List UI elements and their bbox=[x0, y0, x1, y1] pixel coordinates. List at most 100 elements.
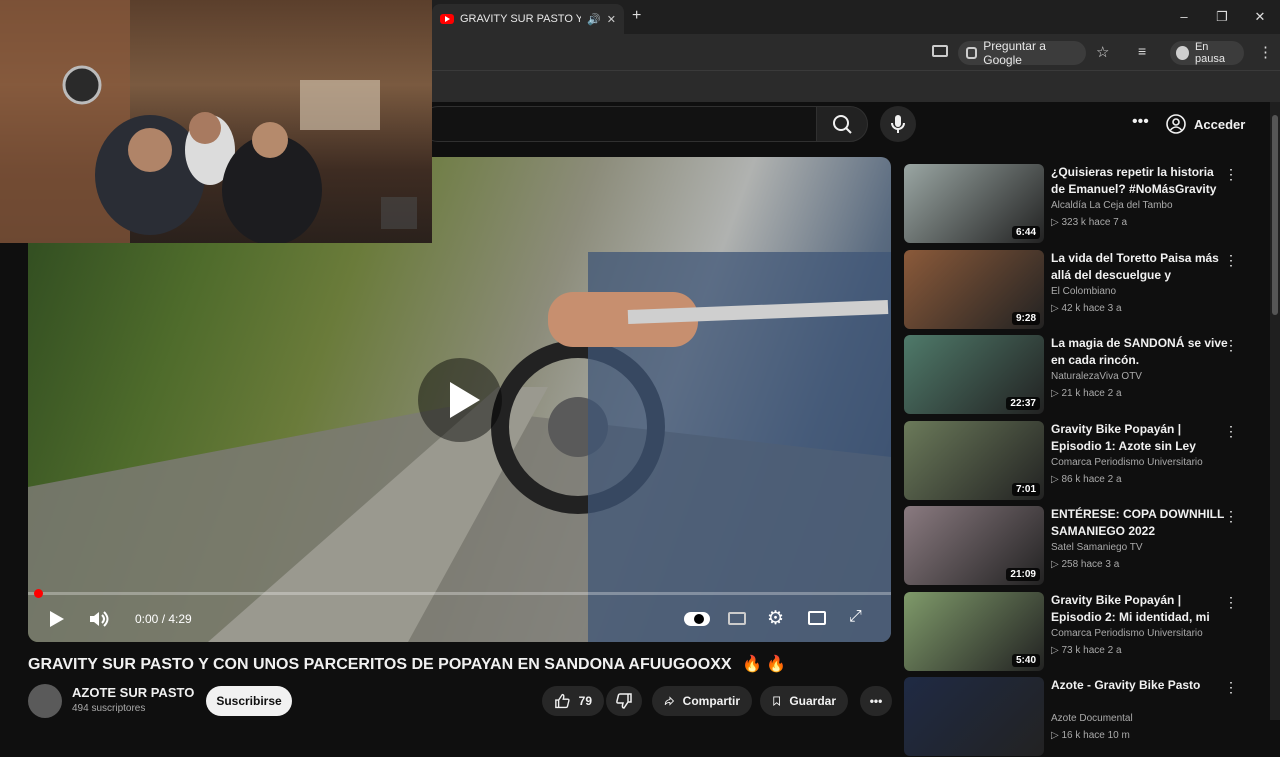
maximize-icon[interactable]: ❐ bbox=[1204, 6, 1240, 28]
channel-name[interactable]: AZOTE SUR PASTO bbox=[72, 685, 194, 700]
subtitles-icon[interactable] bbox=[728, 612, 746, 625]
recommendation-item[interactable]: 5:40 Gravity Bike Popayán | Episodio 2: M… bbox=[904, 591, 1264, 672]
video-thumbnail[interactable]: 6:44 bbox=[904, 164, 1044, 243]
video-thumbnail[interactable]: 5:40 bbox=[904, 591, 1044, 671]
more-actions-button[interactable]: ••• bbox=[860, 686, 892, 716]
recommendation-channel[interactable]: Azote Documental bbox=[1051, 713, 1133, 724]
settings-gear-icon[interactable]: ⚙ bbox=[767, 607, 784, 630]
cast-icon[interactable] bbox=[932, 45, 948, 57]
webcam-overlay bbox=[0, 0, 432, 243]
recommendation-item[interactable]: 7:01 Gravity Bike Popayán | Episodio 1: A… bbox=[904, 420, 1264, 501]
speaker-icon[interactable]: 🔊 bbox=[587, 13, 601, 26]
recommendation-views: 16 k hace 10 m bbox=[1061, 730, 1130, 741]
recommendation-item[interactable]: Azote - Gravity Bike Pasto Azote Document… bbox=[904, 677, 1264, 757]
recommendation-menu-icon[interactable]: ⋮ bbox=[1224, 252, 1238, 269]
recommendation-channel[interactable]: Comarca Periodismo Universitario bbox=[1051, 457, 1203, 468]
video-thumbnail[interactable]: 7:01 bbox=[904, 420, 1044, 500]
recommendation-views: 42 k hace 3 a bbox=[1061, 302, 1122, 314]
bookmark-icon bbox=[773, 696, 781, 706]
more-options-icon[interactable]: ••• bbox=[1132, 113, 1149, 131]
thumbs-up-icon bbox=[555, 693, 570, 709]
recommendation-title[interactable]: ¿Quisieras repetir la historia de Emanue… bbox=[1051, 164, 1231, 198]
recommendation-channel[interactable]: Alcaldía La Ceja del Tambo bbox=[1051, 200, 1173, 211]
video-thumbnail[interactable]: 9:28 bbox=[904, 249, 1044, 329]
recommendation-meta: ▷ 16 k hace 10 m bbox=[1051, 730, 1130, 741]
video-thumbnail[interactable]: 21:09 bbox=[904, 506, 1044, 585]
autoplay-toggle[interactable] bbox=[684, 612, 710, 626]
duration-badge: 5:40 bbox=[1011, 653, 1040, 667]
recommendation-channel[interactable]: El Colombiano bbox=[1051, 286, 1116, 297]
progress-scrubber[interactable] bbox=[34, 589, 43, 598]
recommendation-item[interactable]: 6:44 ¿Quisieras repetir la historia de Em… bbox=[904, 164, 1264, 244]
recommendation-menu-icon[interactable]: ⋮ bbox=[1224, 166, 1238, 183]
youtube-favicon-icon bbox=[440, 14, 454, 24]
recommendation-item[interactable]: 9:28 La vida del Toretto Paisa más allá d… bbox=[904, 249, 1264, 330]
save-button[interactable]: Guardar bbox=[760, 686, 848, 716]
volume-icon bbox=[90, 611, 109, 627]
recommendation-meta: ▷ 21 k hace 2 a bbox=[1051, 388, 1122, 399]
dislike-button[interactable] bbox=[606, 686, 642, 716]
fire-emoji: 🔥 🔥 bbox=[741, 656, 787, 673]
recommendation-item[interactable]: 22:37 La magia de SANDONÁ se vive en cada… bbox=[904, 335, 1264, 415]
recommendation-menu-icon[interactable]: ⋮ bbox=[1224, 508, 1238, 525]
duration-badge: 7:01 bbox=[1011, 482, 1040, 496]
subscribe-button[interactable]: Suscribirse bbox=[206, 686, 292, 716]
recommendation-views: 86 k hace 2 a bbox=[1061, 473, 1122, 485]
share-button[interactable]: Compartir bbox=[652, 686, 752, 716]
duration-badge: 6:44 bbox=[1011, 226, 1040, 239]
save-label: Guardar bbox=[789, 694, 836, 708]
recommendation-views: 73 k hace 2 a bbox=[1061, 644, 1122, 656]
subscriber-count: 494 suscriptores bbox=[72, 703, 146, 714]
new-tab-icon[interactable]: + bbox=[632, 7, 641, 25]
channel-avatar[interactable] bbox=[28, 684, 62, 718]
recommendation-menu-icon[interactable]: ⋮ bbox=[1224, 594, 1238, 611]
autoplay-knob bbox=[694, 614, 704, 624]
signin-button[interactable]: Acceder bbox=[1166, 110, 1250, 138]
recommendation-title[interactable]: La vida del Toretto Paisa más allá del d… bbox=[1051, 250, 1231, 284]
ask-google-button[interactable]: Preguntar a Google bbox=[958, 39, 1086, 67]
account-icon bbox=[1166, 114, 1186, 134]
play-button[interactable] bbox=[46, 609, 66, 634]
browser-menu-icon[interactable]: ⋮ bbox=[1258, 43, 1273, 61]
recommendation-meta: ▷ 258 hace 3 a bbox=[1051, 559, 1120, 570]
search-input[interactable] bbox=[420, 106, 816, 142]
recommendation-channel[interactable]: NaturalezaViva OTV bbox=[1051, 371, 1142, 382]
recommendation-item[interactable]: 21:09 ENTÉRESE: COPA DOWNHILL SAMANIEGO 2… bbox=[904, 506, 1264, 586]
duration-badge: 9:28 bbox=[1011, 311, 1040, 325]
tab-title: GRAVITY SUR PASTO Y CON bbox=[460, 13, 582, 25]
duration-badge: 22:37 bbox=[1006, 397, 1040, 410]
fullscreen-icon[interactable]: ⤢ bbox=[849, 608, 862, 626]
big-play-button[interactable] bbox=[418, 358, 502, 442]
voice-search-button[interactable] bbox=[880, 106, 916, 142]
video-thumbnail[interactable]: 22:37 bbox=[904, 335, 1044, 414]
scrollbar-thumb[interactable] bbox=[1272, 115, 1278, 315]
minimize-icon[interactable]: – bbox=[1166, 6, 1202, 28]
recommendation-title[interactable]: Azote - Gravity Bike Pasto bbox=[1051, 677, 1231, 694]
recommendation-menu-icon[interactable]: ⋮ bbox=[1224, 423, 1238, 440]
recommendation-title[interactable]: ENTÉRESE: COPA DOWNHILL SAMANIEGO 2022 bbox=[1051, 506, 1231, 540]
recommendation-channel[interactable]: Comarca Periodismo Universitario bbox=[1051, 628, 1203, 639]
video-thumbnail[interactable] bbox=[904, 677, 1044, 756]
volume-button[interactable] bbox=[88, 609, 110, 634]
bookmark-star-icon[interactable]: ☆ bbox=[1096, 43, 1109, 61]
close-window-icon[interactable]: ✕ bbox=[1242, 6, 1278, 28]
recommendation-meta: ▷ 73 k hace 2 a bbox=[1051, 644, 1122, 656]
media-control-icon[interactable]: ≡ bbox=[1138, 43, 1146, 59]
recommendation-menu-icon[interactable]: ⋮ bbox=[1224, 679, 1238, 696]
recommendation-views: 258 hace 3 a bbox=[1061, 559, 1120, 570]
progress-bar[interactable] bbox=[28, 592, 891, 595]
play-icon bbox=[50, 611, 64, 627]
recommendation-channel[interactable]: Satel Samaniego TV bbox=[1051, 542, 1143, 553]
tab-close-icon[interactable]: ✕ bbox=[607, 13, 616, 26]
like-button[interactable]: 79 bbox=[542, 686, 604, 716]
profile-button[interactable]: En pausa bbox=[1170, 41, 1244, 65]
recommendation-title[interactable]: Gravity Bike Popayán | Episodio 2: Mi id… bbox=[1051, 592, 1231, 626]
recommendation-title[interactable]: Gravity Bike Popayán | Episodio 1: Azote… bbox=[1051, 421, 1231, 455]
recommendation-views: 21 k hace 2 a bbox=[1061, 388, 1122, 399]
browser-tab[interactable]: GRAVITY SUR PASTO Y CON 🔊 ✕ bbox=[432, 4, 624, 34]
miniplayer-icon[interactable] bbox=[808, 611, 826, 625]
play-icon bbox=[450, 382, 480, 418]
recommendation-title[interactable]: La magia de SANDONÁ se vive en cada rinc… bbox=[1051, 335, 1231, 369]
search-button[interactable] bbox=[816, 106, 868, 142]
recommendation-menu-icon[interactable]: ⋮ bbox=[1224, 337, 1238, 354]
